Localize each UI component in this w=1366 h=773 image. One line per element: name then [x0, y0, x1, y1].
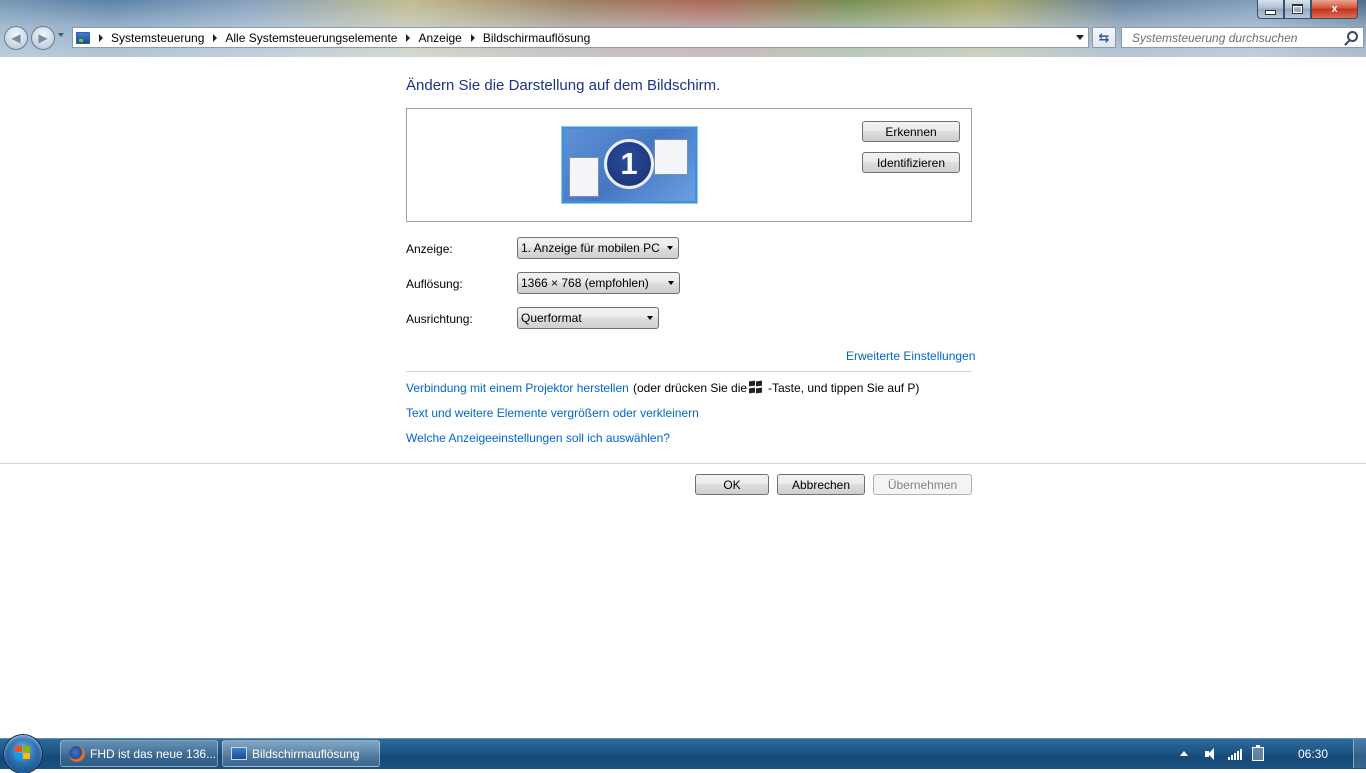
- breadcrumb-anzeige[interactable]: Anzeige: [397, 31, 462, 45]
- taskbar-item-firefox[interactable]: FHD ist das neue 136...: [60, 740, 218, 767]
- projector-link[interactable]: Verbindung mit einem Projektor herstelle…: [406, 381, 629, 395]
- breadcrumb-arrow-icon[interactable]: [406, 33, 411, 42]
- windows-logo-icon: [15, 746, 31, 761]
- battery-icon[interactable]: [1252, 744, 1264, 761]
- control-panel-icon: [76, 31, 90, 44]
- back-arrow-icon: ◀: [11, 31, 21, 45]
- breadcrumb-arrow-icon[interactable]: [470, 33, 475, 42]
- search-input[interactable]: [1122, 29, 1343, 46]
- orientation-select[interactable]: Querformat: [517, 307, 659, 329]
- breadcrumb-label[interactable]: Anzeige: [418, 31, 461, 45]
- breadcrumb-arrow-icon[interactable]: [99, 33, 103, 42]
- forward-button[interactable]: ▶: [31, 26, 55, 50]
- address-dropdown-icon[interactable]: [1076, 35, 1084, 40]
- network-signal-icon[interactable]: [1228, 748, 1242, 760]
- maximize-icon: [1292, 4, 1303, 14]
- orientation-select-value: Querformat: [521, 311, 582, 325]
- display-label: Anzeige:: [406, 242, 453, 256]
- close-icon: x: [1331, 3, 1338, 15]
- cancel-button[interactable]: Abbrechen: [777, 474, 865, 495]
- breadcrumb-label[interactable]: Systemsteuerung: [111, 31, 204, 45]
- breadcrumb-arrow-icon[interactable]: [213, 33, 218, 42]
- orientation-label: Ausrichtung:: [406, 312, 473, 326]
- back-button[interactable]: ◀: [4, 26, 28, 50]
- monitor-number-badge: 1: [604, 139, 654, 189]
- breadcrumb-label[interactable]: Bildschirmauflösung: [483, 31, 590, 45]
- clock[interactable]: 06:30: [1298, 747, 1328, 761]
- control-panel-icon: [231, 747, 247, 760]
- resolution-select-value: 1366 × 768 (empfohlen): [521, 276, 649, 290]
- firefox-icon: [69, 745, 85, 762]
- show-desktop-button[interactable]: [1353, 739, 1366, 768]
- volume-icon[interactable]: [1204, 747, 1218, 761]
- advanced-settings-link[interactable]: Erweiterte Einstellungen: [846, 349, 975, 363]
- projector-hint-text: (oder drücken Sie die: [633, 381, 748, 395]
- refresh-icon: ⇆: [1098, 29, 1110, 45]
- search-box[interactable]: [1121, 27, 1364, 48]
- projector-hint-text-end: -Taste, und tippen Sie auf P): [768, 381, 920, 395]
- address-bar[interactable]: Systemsteuerung Alle Systemsteuerungsele…: [72, 27, 1089, 48]
- windows-key-icon: [749, 380, 763, 394]
- forward-arrow-icon: ▶: [38, 31, 48, 45]
- minimize-button[interactable]: [1257, 0, 1284, 19]
- taskbar-item-screen-resolution[interactable]: Bildschirmauflösung: [222, 740, 380, 767]
- taskbar-item-label: FHD ist das neue 136...: [90, 746, 217, 761]
- chevron-down-icon: [668, 281, 674, 285]
- monitor-preview-window: [569, 157, 599, 197]
- monitor-1-thumbnail[interactable]: 1: [562, 127, 697, 203]
- page-title: Ändern Sie die Darstellung auf dem Bilds…: [406, 77, 721, 94]
- detect-button[interactable]: Erkennen: [862, 121, 960, 142]
- breadcrumb-systemsteuerung[interactable]: Systemsteuerung: [90, 31, 204, 45]
- ok-button[interactable]: OK: [695, 474, 769, 495]
- taskbar: FHD ist das neue 136... Bildschirmauflös…: [0, 735, 1366, 773]
- identify-button[interactable]: Identifizieren: [862, 152, 960, 173]
- breadcrumb-label[interactable]: Alle Systemsteuerungselemente: [225, 31, 397, 45]
- breadcrumb-bildschirmaufloesung[interactable]: Bildschirmauflösung: [462, 31, 590, 45]
- search-icon[interactable]: [1343, 30, 1359, 46]
- monitor-layout-panel: 1 Erkennen Identifizieren: [406, 108, 972, 222]
- show-hidden-icons-icon[interactable]: [1180, 751, 1188, 756]
- close-button[interactable]: x: [1311, 0, 1358, 19]
- taskbar-item-label: Bildschirmauflösung: [252, 746, 360, 761]
- breadcrumb-alle-elemente[interactable]: Alle Systemsteuerungselemente: [204, 31, 397, 45]
- chevron-down-icon: [667, 246, 673, 250]
- start-button[interactable]: [4, 735, 42, 773]
- maximize-button[interactable]: [1284, 0, 1311, 19]
- display-help-link[interactable]: Welche Anzeigeeinstellungen soll ich aus…: [406, 431, 670, 445]
- recent-pages-dropdown-icon[interactable]: [58, 33, 64, 37]
- text-size-link[interactable]: Text und weitere Elemente vergrößern ode…: [406, 406, 699, 420]
- window-controls: x: [1257, 0, 1358, 19]
- resolution-select[interactable]: 1366 × 768 (empfohlen): [517, 272, 680, 294]
- display-select[interactable]: 1. Anzeige für mobilen PC: [517, 237, 679, 259]
- refresh-button[interactable]: ⇆: [1092, 27, 1116, 48]
- system-tray: 06:30: [1180, 739, 1328, 768]
- chevron-down-icon: [647, 316, 653, 320]
- apply-button[interactable]: Übernehmen: [873, 474, 972, 495]
- footer-divider: [0, 463, 1366, 464]
- section-divider: [406, 371, 972, 372]
- minimize-icon: [1265, 9, 1276, 15]
- monitor-preview-window: [654, 139, 688, 175]
- display-select-value: 1. Anzeige für mobilen PC: [521, 241, 660, 255]
- resolution-label: Auflösung:: [406, 277, 463, 291]
